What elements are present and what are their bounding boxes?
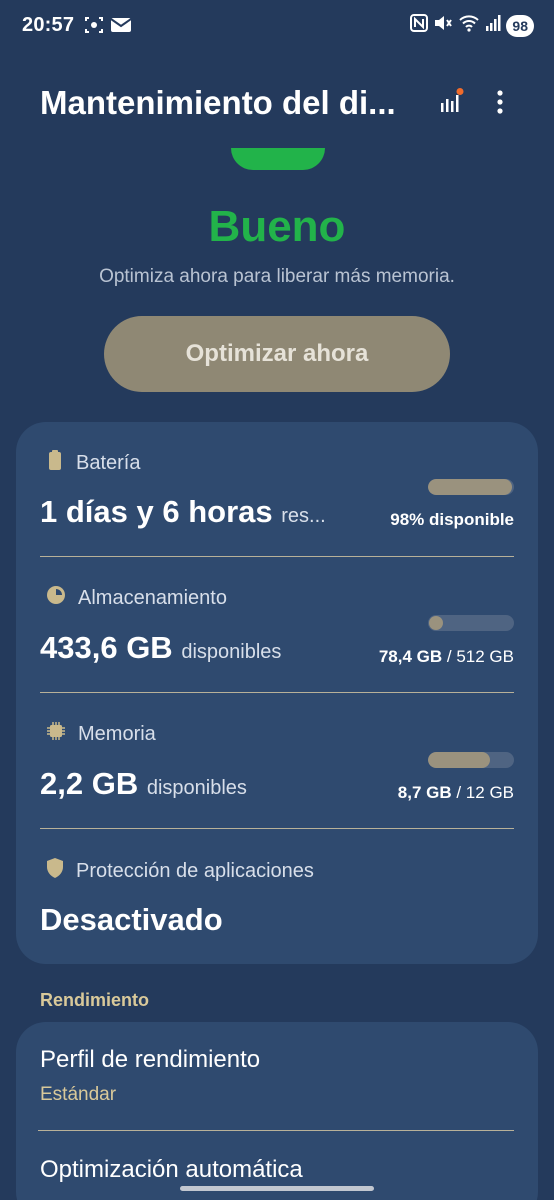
chip-icon — [46, 721, 66, 747]
performance-card: Perfil de rendimiento Estándar Optimizac… — [16, 1022, 538, 1200]
battery-icon — [46, 449, 64, 477]
storage-pie-icon — [46, 585, 66, 611]
status-bar: 20:57 98 — [0, 0, 554, 54]
device-status-card: Batería 1 días y 6 horas res... 98% disp… — [16, 422, 538, 964]
storage-usage-fill — [429, 616, 443, 630]
more-vert-icon — [496, 88, 504, 121]
status-time: 20:57 — [22, 14, 75, 36]
divider — [40, 556, 514, 557]
storage-total: / 512 GB — [446, 647, 514, 666]
battery-row-title: Batería — [76, 451, 141, 474]
performance-profile-value: Estándar — [40, 1084, 117, 1105]
stats-icon — [436, 87, 464, 121]
page-title: Mantenimiento del di... — [40, 84, 396, 121]
battery-level-fill — [428, 479, 512, 495]
screenshot-icon — [84, 15, 104, 40]
memory-usage-fill — [428, 752, 490, 768]
app-protection-title: Protección de aplicaciones — [76, 859, 314, 882]
memory-used: 8,7 GB — [397, 783, 452, 802]
more-options-button[interactable] — [482, 86, 518, 122]
battery-percent: 98% — [390, 510, 425, 529]
app-protection-value: Desactivado — [40, 902, 223, 937]
stats-button[interactable] — [432, 86, 468, 122]
divider — [38, 1130, 514, 1131]
memory-total: / 12 GB — [456, 783, 514, 802]
storage-available-value: 433,6 GB — [40, 630, 173, 665]
auto-optimization-item[interactable]: Optimización automática — [40, 1156, 303, 1184]
battery-level-badge: 98 — [506, 14, 534, 37]
memory-available-value: 2,2 GB — [40, 766, 139, 801]
storage-row-title: Almacenamiento — [78, 586, 227, 609]
battery-remaining-value: 1 días y 6 horas — [40, 494, 273, 529]
divider — [40, 828, 514, 829]
signal-icon — [485, 14, 501, 37]
home-indicator[interactable] — [180, 1186, 374, 1191]
mail-icon — [110, 15, 132, 40]
app-header: Mantenimiento del di... — [0, 80, 554, 130]
battery-level-bar — [428, 479, 514, 495]
status-subtitle: Optimiza ahora para liberar más memoria. — [99, 266, 455, 287]
performance-profile-title: Perfil de rendimiento — [40, 1046, 261, 1073]
storage-available-suffix: disponibles — [181, 641, 282, 663]
screen: 20:57 98 Mantenimiento del di... Bueno O… — [0, 0, 554, 1200]
memory-usage-bar — [428, 752, 514, 768]
nfc-icon — [410, 14, 429, 37]
status-label: Bueno — [208, 202, 346, 251]
section-label-performance: Rendimiento — [40, 990, 150, 1010]
memory-row-title: Memoria — [78, 722, 156, 745]
shield-icon — [46, 857, 64, 885]
optimize-now-button[interactable]: Optimizar ahora — [104, 316, 450, 392]
wifi-icon — [458, 14, 480, 37]
storage-used: 78,4 GB — [378, 647, 443, 666]
memory-available-suffix: disponibles — [146, 777, 247, 799]
battery-percent-label: disponible — [429, 510, 514, 529]
battery-remaining-suffix: res... — [281, 505, 326, 527]
mute-icon — [433, 14, 453, 37]
divider — [40, 692, 514, 693]
status-gauge — [231, 148, 325, 170]
storage-usage-bar — [428, 615, 514, 631]
